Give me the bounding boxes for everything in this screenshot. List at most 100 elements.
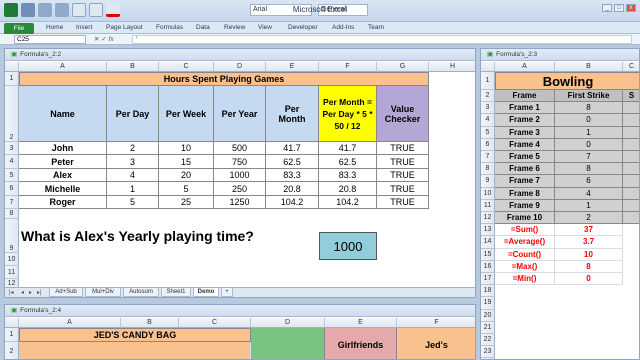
column-header-b[interactable]: B (107, 62, 159, 72)
cell-value-checker[interactable]: TRUE (377, 142, 429, 155)
sheet-tab-sheet1[interactable]: Sheet1 (161, 288, 191, 297)
tab-prev-icon[interactable]: ◂ (21, 289, 24, 296)
first-strike-value[interactable]: 0 (555, 138, 623, 151)
cell-value-checker[interactable]: TRUE (377, 169, 429, 182)
cell-per-month[interactable]: 20.8 (266, 182, 319, 196)
column-header-b[interactable]: B (121, 318, 179, 328)
row-header-7[interactable]: 7 (481, 151, 495, 164)
row-header-11[interactable]: 11 (481, 199, 495, 212)
row-header-6[interactable]: 6 (5, 182, 19, 196)
header-value-checker[interactable]: Value Checker (377, 86, 429, 142)
column-header-f[interactable]: F (397, 318, 475, 328)
first-strike-value[interactable]: 1 (555, 126, 623, 139)
row-header-2[interactable]: 2 (481, 90, 495, 103)
column-header-c[interactable]: C (623, 62, 639, 72)
cell-value-checker[interactable]: TRUE (377, 155, 429, 169)
cancel-icon[interactable]: ✕ (94, 36, 99, 43)
cell-name[interactable]: John (19, 142, 107, 155)
enter-icon[interactable]: ✓ (101, 36, 106, 43)
select-all-corner[interactable] (481, 62, 495, 72)
frame-label[interactable]: Frame 6 (495, 163, 555, 176)
frame-label[interactable]: Frame 5 (495, 151, 555, 164)
close-icon[interactable]: x (626, 4, 636, 12)
cell-name[interactable]: Peter (19, 155, 107, 169)
tab-developer[interactable]: Developer (288, 22, 318, 34)
row-header-5[interactable]: 5 (481, 126, 495, 139)
cell-per-year[interactable]: 750 (214, 155, 266, 169)
row-header-11[interactable]: 11 (5, 266, 19, 279)
table-banner[interactable]: Hours Spent Playing Games (19, 72, 429, 86)
cell-per-day[interactable]: 1 (107, 182, 159, 196)
tab-team[interactable]: Team (368, 22, 384, 34)
formula-result[interactable]: 3.7 (555, 236, 623, 249)
cell-per-month-formula[interactable]: 83.3 (319, 169, 377, 182)
second-strike-value[interactable] (623, 175, 639, 188)
row-header-15[interactable]: 15 (481, 248, 495, 261)
frame-label[interactable]: Frame 7 (495, 175, 555, 188)
row-header-4[interactable]: 4 (481, 114, 495, 127)
row-header-19[interactable]: 19 (481, 297, 495, 310)
row-header-3[interactable]: 3 (481, 102, 495, 115)
row-header-16[interactable]: 16 (481, 260, 495, 273)
tab-next-icon[interactable]: ▸ (29, 289, 32, 296)
first-strike-value[interactable]: 8 (555, 102, 623, 115)
maximize-icon[interactable]: □ (614, 4, 624, 12)
tab-file[interactable]: File (4, 23, 34, 34)
row-header-21[interactable]: 21 (481, 321, 495, 334)
candy-banner[interactable]: JED'S CANDY BAG (19, 328, 251, 342)
cell-per-month[interactable]: 41.7 (266, 142, 319, 155)
column-header-e[interactable]: E (266, 62, 319, 72)
column-header-g[interactable]: G (377, 62, 429, 72)
frame-label[interactable]: Frame 9 (495, 199, 555, 212)
tab-insert[interactable]: Insert (76, 22, 92, 34)
row-header-12[interactable]: 12 (481, 212, 495, 225)
row-header-8[interactable]: 8 (481, 163, 495, 176)
second-strike-value[interactable] (623, 151, 639, 164)
worksheet-grid[interactable]: A B C D E F G H 1 2 3 4 5 6 7 8 9 10 11 … (5, 62, 475, 297)
row-header-6[interactable]: 6 (481, 138, 495, 151)
first-strike-value[interactable]: 7 (555, 151, 623, 164)
cell-per-month[interactable]: 62.5 (266, 155, 319, 169)
question-text[interactable]: What is Alex's Yearly playing time? (21, 219, 321, 253)
row-header-4[interactable]: 4 (5, 155, 19, 169)
cell-per-month-formula[interactable]: 41.7 (319, 142, 377, 155)
answer-cell[interactable]: 1000 (319, 232, 377, 260)
row-header-7[interactable]: 7 (5, 196, 19, 209)
cell-per-day[interactable]: 4 (107, 169, 159, 182)
cell-per-day[interactable]: 5 (107, 196, 159, 209)
cell-per-week[interactable]: 25 (159, 196, 214, 209)
formula-label[interactable]: =Sum() (495, 224, 555, 237)
cell-per-month[interactable]: 104.2 (266, 196, 319, 209)
cell-per-year[interactable]: 500 (214, 142, 266, 155)
header-per-month-formula[interactable]: Per Month = Per Day * 5 * 50 / 12 (319, 86, 377, 142)
cell-per-week[interactable]: 10 (159, 142, 214, 155)
column-header-d[interactable]: D (251, 318, 325, 328)
frame-label[interactable]: Frame 2 (495, 114, 555, 127)
row-header-1[interactable]: 1 (5, 72, 19, 86)
bowling-banner[interactable]: Bowling (495, 72, 639, 90)
column-header-c[interactable]: C (159, 62, 214, 72)
formula-label[interactable]: =Count() (495, 248, 555, 261)
header-jeds[interactable]: Jed's (397, 328, 475, 359)
header-per-day[interactable]: Per Day (107, 86, 159, 142)
cell-per-month-formula[interactable]: 104.2 (319, 196, 377, 209)
cell-per-month[interactable]: 83.3 (266, 169, 319, 182)
minimize-icon[interactable]: _ (602, 4, 612, 12)
frame-label[interactable]: Frame 3 (495, 126, 555, 139)
cell-per-week[interactable]: 5 (159, 182, 214, 196)
tab-data[interactable]: Data (196, 22, 210, 34)
worksheet-grid[interactable]: A B C 1 2 3 4 5 6 7 8 9 10 11 12 13 14 15 16 17 18 19 20 21 2… (481, 62, 639, 359)
column-header-h[interactable]: H (429, 62, 475, 72)
first-strike-value[interactable]: 6 (555, 175, 623, 188)
tab-last-icon[interactable]: ▸| (37, 289, 42, 296)
header-second-strike[interactable]: S (623, 90, 639, 103)
header-first-strike[interactable]: First Strike (555, 90, 623, 103)
column-header-e[interactable]: E (325, 318, 397, 328)
cell-value-checker[interactable]: TRUE (377, 182, 429, 196)
row-header-18[interactable]: 18 (481, 285, 495, 298)
row-header-10[interactable]: 10 (481, 187, 495, 200)
candy-green-cell[interactable] (251, 328, 325, 359)
column-header-c[interactable]: C (179, 318, 251, 328)
cell-per-week[interactable]: 20 (159, 169, 214, 182)
cell-name[interactable]: Roger (19, 196, 107, 209)
